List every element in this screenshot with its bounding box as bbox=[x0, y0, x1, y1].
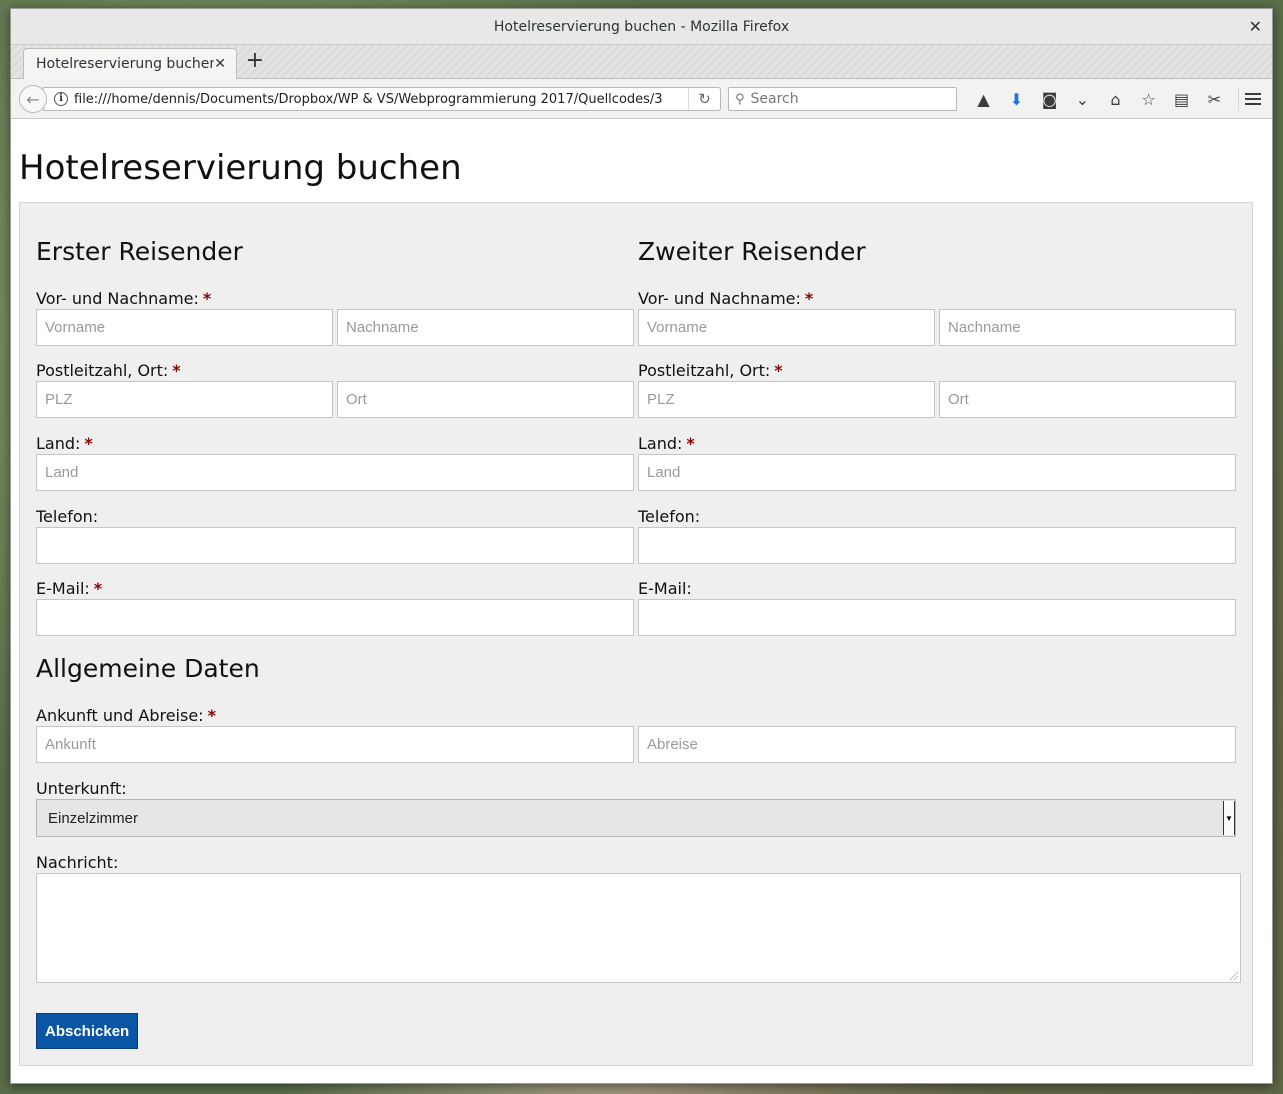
download-icon[interactable]: ⬇ bbox=[1000, 87, 1033, 111]
search-input[interactable] bbox=[750, 91, 941, 107]
back-arrow-icon: ← bbox=[26, 89, 40, 109]
traveler2-phone-label: Telefon: bbox=[638, 507, 701, 526]
traveler2-phone-input[interactable] bbox=[638, 527, 1236, 564]
traveler1-zip-input[interactable] bbox=[36, 381, 333, 418]
chevron-down-icon[interactable]: ▼ bbox=[1223, 801, 1235, 835]
traveler2-zip-input[interactable] bbox=[638, 381, 935, 418]
departure-input[interactable] bbox=[638, 726, 1236, 763]
window-close-icon[interactable]: ✕ bbox=[1249, 17, 1262, 36]
page-content: Hotelreservierung buchen Erster Reisende… bbox=[11, 120, 1272, 1083]
accommodation-value: Einzelzimmer bbox=[48, 809, 139, 827]
arrival-input[interactable] bbox=[36, 726, 634, 763]
required-marker: * bbox=[202, 289, 212, 308]
hat-icon[interactable]: ▲ bbox=[967, 87, 1000, 111]
submit-button[interactable]: Abschicken bbox=[36, 1013, 139, 1049]
tab-close-icon[interactable]: ✕ bbox=[214, 56, 226, 72]
traveler1-phone-label: Telefon: bbox=[36, 507, 99, 526]
traveler2-heading: Zweiter Reisender bbox=[638, 237, 866, 266]
url-bar[interactable]: i file:///home/dennis/Documents/Dropbox/… bbox=[43, 87, 721, 111]
search-bar[interactable]: ⚲ bbox=[728, 87, 957, 111]
browser-window: Hotelreservierung buchen - Mozilla Firef… bbox=[10, 8, 1273, 1084]
required-marker: * bbox=[93, 579, 103, 598]
window-title: Hotelreservierung buchen - Mozilla Firef… bbox=[493, 18, 790, 35]
bookmark-star-icon[interactable]: ☆ bbox=[1132, 87, 1165, 111]
url-text[interactable]: file:///home/dennis/Documents/Dropbox/WP… bbox=[74, 92, 688, 107]
new-tab-icon[interactable]: + bbox=[243, 50, 267, 74]
message-textarea[interactable] bbox=[36, 873, 1241, 983]
traveler2-country-input[interactable] bbox=[638, 454, 1236, 491]
traveler1-name-label: Vor- und Nachname: * bbox=[36, 289, 212, 308]
required-marker: * bbox=[774, 361, 783, 380]
traveler1-email-input[interactable] bbox=[36, 599, 634, 636]
traveler1-firstname-input[interactable] bbox=[36, 309, 333, 346]
traveler2-city-input[interactable] bbox=[939, 381, 1236, 418]
traveler2-firstname-input[interactable] bbox=[638, 309, 935, 346]
traveler2-email-label: E-Mail: bbox=[638, 579, 692, 598]
general-heading: Allgemeine Daten bbox=[36, 654, 260, 683]
search-icon: ⚲ bbox=[735, 91, 745, 107]
traveler2-email-input[interactable] bbox=[638, 599, 1236, 636]
required-marker: * bbox=[686, 434, 695, 453]
required-marker: * bbox=[207, 706, 216, 725]
dates-label: Ankunft und Abreise: * bbox=[36, 706, 216, 725]
reader-list-icon[interactable]: ▤ bbox=[1165, 87, 1198, 111]
traveler1-city-input[interactable] bbox=[337, 381, 634, 418]
tab-hotelreservierung[interactable]: Hotelreservierung buchen ✕ bbox=[23, 48, 237, 79]
page-title: Hotelreservierung buchen bbox=[19, 148, 462, 188]
traveler1-email-label: E-Mail: * bbox=[36, 579, 103, 598]
traveler1-phone-input[interactable] bbox=[36, 527, 634, 564]
required-marker: * bbox=[84, 434, 93, 453]
traveler2-name-label: Vor- und Nachname: * bbox=[638, 289, 814, 308]
reservation-form: Erster Reisender Vor- und Nachname:* Pos… bbox=[19, 202, 1253, 1066]
screenshot-icon[interactable]: ◙ bbox=[1033, 87, 1066, 111]
traveler1-lastname-input[interactable] bbox=[337, 309, 634, 346]
toolbar-icons: ▲ ⬇ ◙ ⌄ ⌂ ☆ ▤ ✂ bbox=[967, 87, 1231, 111]
traveler1-heading: Erster Reisender bbox=[36, 237, 243, 266]
traveler1-zip-label: Postleitzahl, Ort: * bbox=[36, 361, 181, 380]
extension-icon[interactable]: ✂ bbox=[1198, 87, 1231, 111]
back-button[interactable]: ← bbox=[19, 85, 47, 113]
traveler1-country-input[interactable] bbox=[36, 454, 634, 491]
resize-grip-icon[interactable] bbox=[1228, 970, 1238, 980]
traveler2-country-label: Land: * bbox=[638, 434, 695, 453]
message-label: Nachricht: bbox=[36, 853, 119, 872]
window-titlebar: Hotelreservierung buchen - Mozilla Firef… bbox=[11, 9, 1272, 45]
required-marker: * bbox=[172, 361, 181, 380]
home-icon[interactable]: ⌂ bbox=[1099, 87, 1132, 111]
navigation-toolbar: i file:///home/dennis/Documents/Dropbox/… bbox=[11, 79, 1272, 119]
reload-icon[interactable]: ↻ bbox=[688, 88, 720, 110]
traveler1-country-label: Land: * bbox=[36, 434, 93, 453]
tab-label: Hotelreservierung buchen bbox=[36, 56, 215, 72]
tab-strip: Hotelreservierung buchen ✕ + bbox=[11, 45, 1272, 79]
accommodation-label: Unterkunft: bbox=[36, 779, 127, 798]
traveler2-lastname-input[interactable] bbox=[939, 309, 1236, 346]
traveler2-zip-label: Postleitzahl, Ort: * bbox=[638, 361, 783, 380]
pocket-icon[interactable]: ⌄ bbox=[1066, 87, 1099, 111]
hamburger-menu-icon[interactable] bbox=[1238, 87, 1262, 111]
site-info-icon[interactable]: i bbox=[54, 92, 68, 106]
required-marker: * bbox=[804, 289, 814, 308]
accommodation-select[interactable]: Einzelzimmer ▼ bbox=[36, 799, 1236, 837]
